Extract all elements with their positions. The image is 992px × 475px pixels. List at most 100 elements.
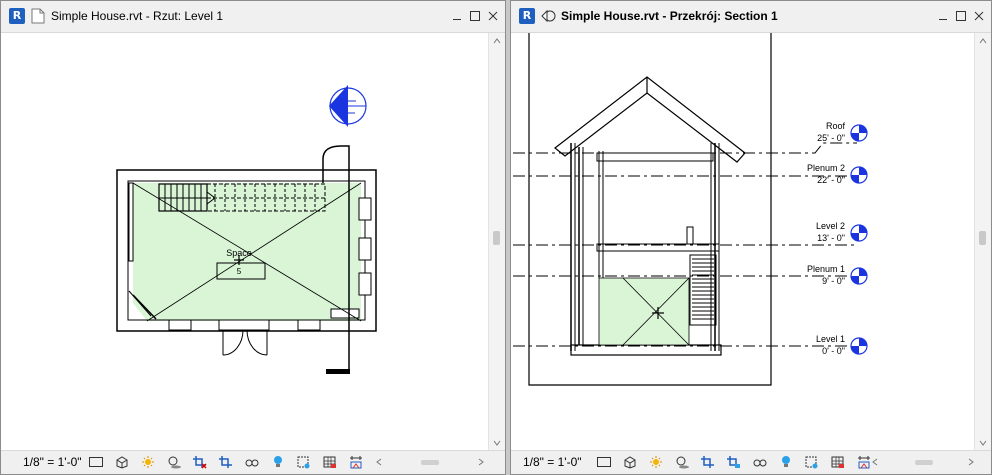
scroll-left-icon[interactable]: [871, 458, 879, 466]
visual-style-button[interactable]: [621, 454, 639, 470]
window[interactable]: [358, 272, 372, 296]
temporary-hide-button[interactable]: [751, 454, 769, 470]
temporary-hide-icon: [245, 459, 259, 467]
scroll-down-icon[interactable]: [493, 439, 501, 447]
level-elevation-plenum-1[interactable]: 9' - 0": [822, 276, 845, 286]
view-scale[interactable]: 1/8" = 1'-0": [523, 455, 582, 469]
floor-plan-drawing: Space 5: [116, 85, 377, 374]
shadows-button[interactable]: [673, 454, 691, 470]
show-crop-region-button[interactable]: [217, 454, 235, 470]
show-crop-region-button[interactable]: [725, 454, 743, 470]
floor-plan-view-window[interactable]: R Simple House.rvt - Rzut: Level 1 Space…: [0, 0, 506, 475]
section-canvas[interactable]: Roof 25' - 0" Plenum 2 22' - 0" Level 2 …: [511, 33, 975, 451]
shadows-icon: [676, 456, 689, 469]
level-head-plenum-1[interactable]: [850, 267, 868, 285]
scroll-up-icon[interactable]: [979, 37, 987, 45]
level-name-level-1[interactable]: Level 1: [816, 334, 845, 344]
window[interactable]: [297, 319, 321, 331]
vertical-scrollbar[interactable]: [974, 33, 991, 451]
analytical-model-button[interactable]: [321, 454, 339, 470]
level-head-roof[interactable]: [850, 124, 868, 142]
temporary-hide-button[interactable]: [243, 454, 261, 470]
level-name-roof[interactable]: Roof: [826, 121, 846, 131]
double-door[interactable]: [222, 329, 268, 356]
highlight-displacement-button[interactable]: [803, 454, 821, 470]
close-button[interactable]: [485, 7, 501, 25]
level-elevation-level-2[interactable]: 13' - 0": [817, 233, 845, 243]
visual-style-icon: [116, 456, 128, 469]
constraints-icon: [350, 456, 362, 469]
analytical-model-button[interactable]: [829, 454, 847, 470]
scrollbar-thumb[interactable]: [979, 231, 986, 245]
highlight-displacement-icon: [805, 456, 818, 469]
section-view-window[interactable]: R Simple House.rvt - Przekrój: Section 1: [510, 0, 992, 475]
level-head-level-1[interactable]: [850, 337, 868, 355]
window-title: Simple House.rvt - Przekrój: Section 1: [561, 9, 778, 23]
sun-path-button[interactable]: [647, 454, 665, 470]
scroll-down-icon[interactable]: [979, 439, 987, 447]
scrollbar-thumb[interactable]: [421, 460, 439, 465]
level-name-level-2[interactable]: Level 2: [816, 221, 845, 231]
crop-view-icon: [701, 456, 714, 468]
space-region[interactable]: [598, 277, 690, 346]
view-control-bar: 1/8" = 1'-0": [1, 450, 505, 474]
close-button[interactable]: [971, 7, 987, 25]
maximize-button[interactable]: [467, 7, 483, 25]
minimize-button[interactable]: [449, 7, 465, 25]
reveal-hidden-button[interactable]: [777, 454, 795, 470]
horizontal-scrollbar[interactable]: [871, 454, 975, 470]
crop-view-button[interactable]: [699, 454, 717, 470]
space-tag-number: 5: [237, 267, 242, 276]
scrollbar-thumb[interactable]: [915, 460, 933, 465]
sun-path-button[interactable]: [139, 454, 157, 470]
section-stair[interactable]: [689, 254, 717, 326]
detail-level-button[interactable]: [595, 454, 613, 470]
level-elevation-plenum-2[interactable]: 22' - 0": [817, 175, 845, 185]
door-opening[interactable]: [218, 319, 270, 331]
view-control-bar: 1/8" = 1'-0": [511, 450, 991, 474]
revit-logo-icon: R: [519, 8, 535, 24]
window[interactable]: [358, 237, 372, 261]
revit-logo-icon: R: [9, 8, 25, 24]
level-head-plenum-2[interactable]: [850, 166, 868, 184]
sun-path-icon: [650, 456, 662, 468]
title-bar[interactable]: R Simple House.rvt - Przekrój: Section 1: [511, 1, 991, 33]
maximize-icon: [956, 11, 966, 21]
crop-view-button[interactable]: [191, 454, 209, 470]
highlight-displacement-button[interactable]: [295, 454, 313, 470]
scrollbar-thumb[interactable]: [493, 231, 500, 245]
level-name-plenum-1[interactable]: Plenum 1: [807, 264, 845, 274]
scroll-right-icon[interactable]: [477, 458, 485, 466]
vertical-scrollbar[interactable]: [488, 33, 505, 451]
crop-view-icon: [193, 456, 207, 469]
temporary-hide-icon: [753, 459, 767, 467]
section-view-icon: [541, 9, 556, 23]
level-head-level-2[interactable]: [850, 224, 868, 242]
sun-path-icon: [142, 456, 154, 468]
level-elevation-roof[interactable]: 25' - 0": [817, 133, 845, 143]
visual-style-button[interactable]: [113, 454, 131, 470]
scroll-right-icon[interactable]: [967, 458, 975, 466]
floor-plan-view-icon: [31, 8, 45, 24]
level-name-plenum-2[interactable]: Plenum 2: [807, 163, 845, 173]
constraints-button[interactable]: [347, 454, 365, 470]
title-bar[interactable]: R Simple House.rvt - Rzut: Level 1: [1, 1, 505, 33]
floor-plan-canvas[interactable]: Space 5: [1, 33, 489, 451]
scroll-up-icon[interactable]: [493, 37, 501, 45]
constraints-icon: [858, 456, 870, 469]
maximize-button[interactable]: [953, 7, 969, 25]
shadows-button[interactable]: [165, 454, 183, 470]
level-elevation-level-1[interactable]: 0' - 0": [822, 346, 845, 356]
window[interactable]: [358, 197, 372, 221]
window[interactable]: [128, 182, 134, 262]
scroll-left-icon[interactable]: [375, 458, 383, 466]
shadows-icon: [168, 456, 181, 469]
detail-level-button[interactable]: [87, 454, 105, 470]
view-scale[interactable]: 1/8" = 1'-0": [23, 455, 82, 469]
reveal-hidden-button[interactable]: [269, 454, 287, 470]
minimize-button[interactable]: [935, 7, 951, 25]
window[interactable]: [168, 319, 192, 331]
window-title: Simple House.rvt - Rzut: Level 1: [51, 9, 224, 23]
horizontal-scrollbar[interactable]: [375, 454, 485, 470]
visual-style-icon: [624, 456, 636, 469]
